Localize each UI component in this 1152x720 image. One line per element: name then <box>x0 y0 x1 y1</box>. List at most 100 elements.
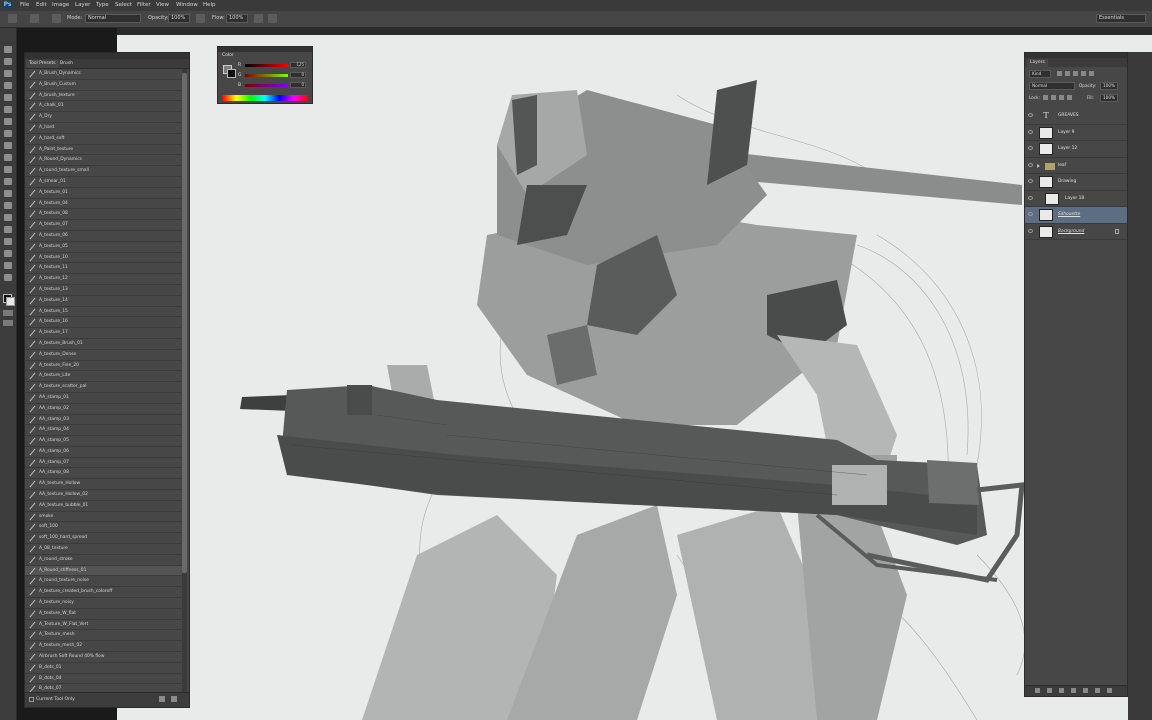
visibility-eye-icon[interactable] <box>1028 212 1033 216</box>
dodge-tool-icon[interactable] <box>4 202 12 209</box>
preset-scroll-thumb[interactable] <box>182 73 187 573</box>
menu-window[interactable]: Window <box>176 1 198 10</box>
zoom-tool-icon[interactable] <box>4 274 12 281</box>
visibility-eye-icon[interactable] <box>1028 129 1033 134</box>
pressure-size-icon[interactable] <box>268 14 277 23</box>
color-spectrum-ramp[interactable] <box>222 95 308 101</box>
background-color-swatch[interactable] <box>227 69 236 78</box>
preset-item[interactable]: A_Paint_texture <box>25 145 183 156</box>
fill-field[interactable]: 100% <box>1100 94 1118 102</box>
layer-row[interactable]: Silhouette <box>1025 207 1127 224</box>
preset-item[interactable]: A_texture_10 <box>25 253 183 264</box>
menu-select[interactable]: Select <box>115 1 132 10</box>
preset-item[interactable]: AA_stamp_06 <box>25 447 183 458</box>
marquee-tool-icon[interactable] <box>4 58 12 65</box>
preset-item[interactable]: A_texture_W_flat <box>25 609 183 620</box>
preset-item[interactable]: A_Texture_W_Flat_Vert <box>25 620 183 631</box>
preset-item[interactable]: Airbrush Soft Round 40% flow <box>25 652 183 663</box>
preset-item[interactable]: A_brush_texture <box>25 91 183 102</box>
lasso-tool-icon[interactable] <box>4 70 12 77</box>
layer-opacity-field[interactable]: 100% <box>1100 82 1118 90</box>
eyedropper-tool-icon[interactable] <box>4 106 12 113</box>
preset-item[interactable]: A_texture_noisy <box>25 598 183 609</box>
preset-item[interactable]: A_Brush_Dynamics <box>25 69 183 80</box>
channel-b-value[interactable]: 0 <box>290 82 306 88</box>
path-select-tool-icon[interactable] <box>4 238 12 245</box>
preset-item[interactable]: A_smear_01 <box>25 177 183 188</box>
pen-tool-icon[interactable] <box>4 214 12 221</box>
preset-item[interactable]: A_texture_15 <box>25 307 183 318</box>
preset-item[interactable]: AA_stamp_02 <box>25 404 183 415</box>
preset-item[interactable]: A_texture_Lite <box>25 371 183 383</box>
preset-item[interactable]: A_Brush_Custom <box>25 80 183 91</box>
preset-item[interactable]: A_texture_13 <box>25 285 183 296</box>
blur-tool-icon[interactable] <box>4 190 12 197</box>
healing-tool-icon[interactable] <box>4 118 12 125</box>
preset-item[interactable]: A_texture_04 <box>25 199 183 210</box>
preset-item[interactable]: AA_stamp_05 <box>25 436 183 447</box>
flow-field[interactable]: 100% <box>226 14 248 23</box>
gradient-tool-icon[interactable] <box>4 178 12 185</box>
preset-item[interactable]: A_texture_11 <box>25 263 183 275</box>
channel-r-value[interactable]: 125 <box>290 62 306 68</box>
preset-item[interactable]: A_texture_Dense <box>25 350 183 361</box>
group-expand-chevron-icon[interactable] <box>1037 163 1040 168</box>
delete-preset-icon[interactable] <box>171 696 177 702</box>
crop-tool-icon[interactable] <box>4 94 12 101</box>
screen-mode-icon[interactable] <box>3 320 13 326</box>
preset-item[interactable]: A_Dry <box>25 112 183 123</box>
tab-tool-presets[interactable]: Tool Presets <box>26 60 59 68</box>
blend-mode-dropdown[interactable]: Normal <box>1029 82 1075 90</box>
new-preset-icon[interactable] <box>159 696 165 702</box>
link-layers-icon[interactable] <box>1035 688 1040 693</box>
pressure-opacity-icon[interactable] <box>196 14 205 23</box>
preset-item[interactable]: AA_stamp_07 <box>25 458 183 469</box>
channel-g-value[interactable]: 0 <box>290 72 306 78</box>
preset-item[interactable]: A_texture_01 <box>25 188 183 199</box>
visibility-eye-icon[interactable] <box>1028 113 1033 117</box>
lock-transparent-icon[interactable] <box>1043 95 1048 100</box>
filter-shape-icon[interactable] <box>1081 71 1086 76</box>
preset-item[interactable]: B_dots_01 <box>25 663 183 674</box>
adjustment-layer-icon[interactable] <box>1071 688 1076 693</box>
layer-row[interactable]: Layer 9 <box>1025 125 1127 141</box>
preset-item[interactable]: A_08_texture <box>25 544 183 555</box>
document-canvas[interactable] <box>117 35 1152 720</box>
layer-row[interactable]: Layer 18 <box>1025 191 1127 207</box>
channel-r-slider[interactable] <box>245 64 288 67</box>
move-tool-icon[interactable] <box>4 46 12 53</box>
brush-size-icon[interactable] <box>30 14 39 23</box>
filter-smart-icon[interactable] <box>1089 71 1094 76</box>
tab-color[interactable]: Color <box>220 52 236 60</box>
preset-item[interactable]: A_texture_Fine_20 <box>25 361 183 372</box>
new-group-icon[interactable] <box>1083 688 1088 693</box>
filter-adjustment-icon[interactable] <box>1065 71 1070 76</box>
lock-all-icon[interactable] <box>1067 95 1072 100</box>
preset-item[interactable]: A_round_stroke <box>25 555 183 566</box>
preset-item[interactable]: A_round_texture_noise <box>25 576 183 588</box>
menu-type[interactable]: Type <box>96 1 109 10</box>
preset-item[interactable]: A_hard_soft <box>25 134 183 145</box>
preset-item[interactable]: A_Round_Dynamics <box>25 155 183 167</box>
eraser-tool-icon[interactable] <box>4 166 12 173</box>
preset-item[interactable]: B_dots_04 <box>25 674 183 685</box>
preset-item[interactable]: A_texture_17 <box>25 328 183 339</box>
lock-pixels-icon[interactable] <box>1051 95 1056 100</box>
stamp-tool-icon[interactable] <box>4 142 12 149</box>
tab-brush[interactable]: Brush <box>57 60 76 68</box>
preset-item[interactable]: smoke <box>25 512 183 523</box>
workspace-switcher[interactable]: Essentials <box>1096 14 1146 23</box>
channel-b-slider[interactable] <box>245 84 288 87</box>
visibility-eye-icon[interactable] <box>1028 228 1033 233</box>
menu-file[interactable]: File <box>20 1 29 10</box>
background-color-swatch[interactable] <box>6 297 15 306</box>
visibility-eye-icon[interactable] <box>1028 179 1033 183</box>
preset-item[interactable]: AA_texture_Hollow <box>25 479 183 491</box>
menu-view[interactable]: View <box>156 1 169 10</box>
brush-tool-icon[interactable] <box>4 130 12 137</box>
hand-tool-icon[interactable] <box>4 262 12 269</box>
layer-kind-filter[interactable]: Kind <box>1029 70 1051 78</box>
menu-filter[interactable]: Filter <box>137 1 151 10</box>
preset-item[interactable]: A_texture_mesh_02 <box>25 641 183 653</box>
preset-item[interactable]: A_Texture_mesh <box>25 630 183 642</box>
